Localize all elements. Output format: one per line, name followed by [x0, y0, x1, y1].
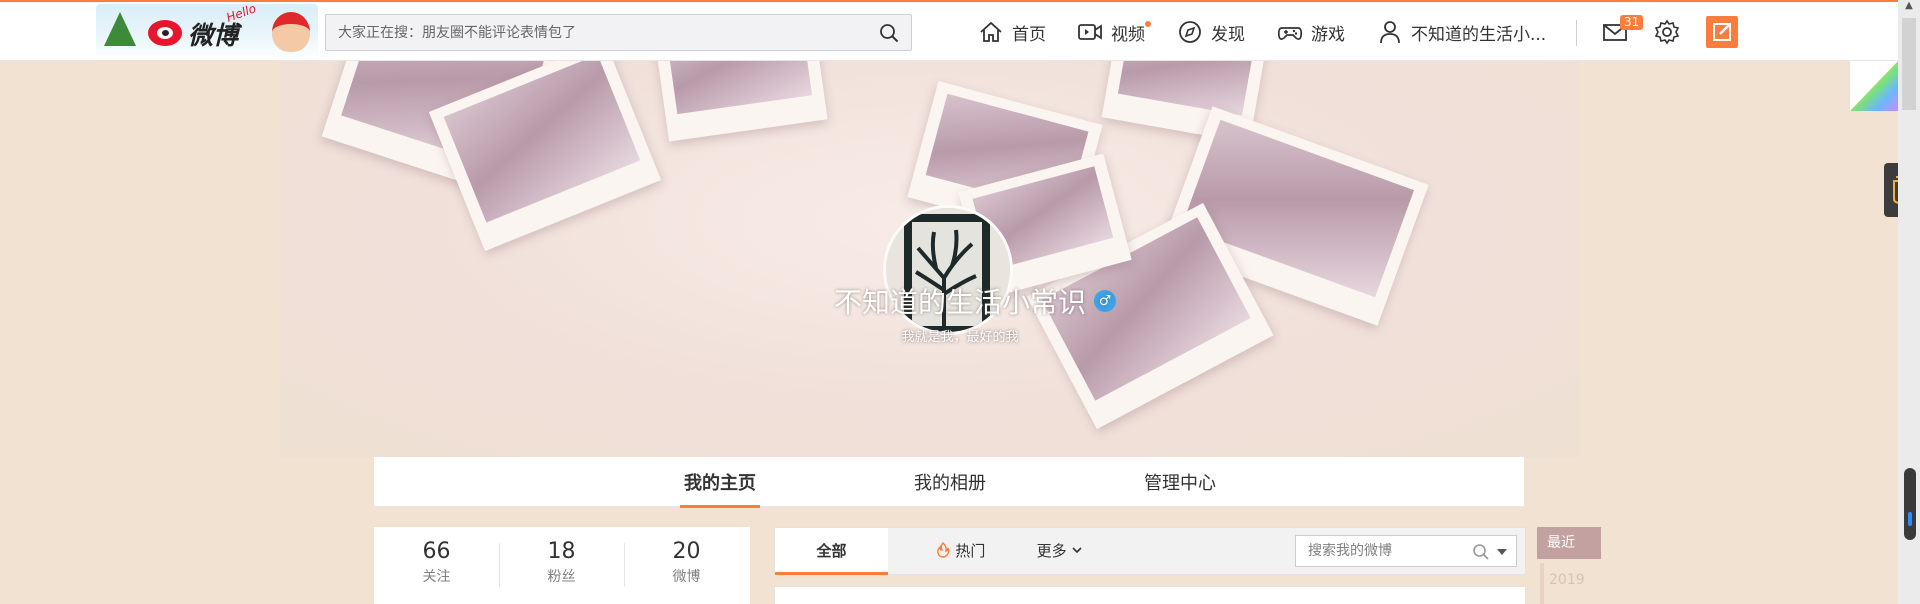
caret-down-icon[interactable]: [1496, 547, 1508, 557]
home-icon: [980, 21, 1002, 42]
tab-my-home[interactable]: 我的主页: [680, 469, 760, 508]
search-icon[interactable]: [1472, 543, 1490, 561]
user-icon: [1380, 21, 1400, 44]
profile-tabs: 我的主页 我的相册 管理中心: [374, 457, 1524, 508]
stat-following[interactable]: 66 关注: [374, 539, 499, 586]
christmas-tree-icon: [104, 12, 136, 46]
compose-button[interactable]: [1706, 16, 1738, 48]
global-search-input[interactable]: [326, 15, 846, 50]
video-new-dot: [1145, 21, 1151, 27]
global-search: [325, 14, 912, 51]
nav-home[interactable]: 首页: [978, 18, 1046, 46]
timeline-year[interactable]: 2019: [1549, 572, 1585, 588]
logo-tagline: Hello: [224, 4, 258, 25]
feed-filter-bar: 全部 热门 更多: [774, 527, 1526, 575]
feed-tab-all[interactable]: 全部: [775, 528, 888, 575]
feed-tab-more[interactable]: 更多: [1025, 528, 1095, 574]
compass-icon: [1179, 21, 1201, 43]
feed-search: [1295, 535, 1517, 567]
scroll-up-arrow-icon[interactable]: ▲: [1898, 0, 1920, 14]
feed-tab-hot[interactable]: 热门: [915, 528, 1005, 574]
stat-followers[interactable]: 18 粉丝: [499, 539, 624, 586]
tab-my-album[interactable]: 我的相册: [914, 469, 986, 495]
cover-photo-print: [652, 61, 828, 142]
nav-user-profile[interactable]: 不知道的生活小...: [1377, 18, 1546, 46]
nav-discover[interactable]: 发现: [1177, 18, 1245, 46]
timeline-recent[interactable]: 最近: [1537, 527, 1601, 559]
nav-settings[interactable]: [1654, 18, 1680, 46]
stat-followers-count: 18: [547, 539, 576, 564]
top-nav-bar: 微博 Hello 首页 视频 发现: [0, 0, 1920, 61]
gear-icon: [1654, 19, 1680, 45]
video-icon: [1078, 24, 1102, 40]
search-icon[interactable]: [879, 23, 899, 43]
profile-name-row: 不知道的生活小常识 ♂: [0, 281, 1920, 321]
nav-games[interactable]: 游戏: [1277, 18, 1345, 46]
stat-weibo-count: 20: [672, 539, 701, 564]
compose-icon: [1713, 23, 1731, 41]
stat-followers-label: 粉丝: [547, 569, 576, 585]
stat-following-count: 66: [422, 539, 451, 564]
weibo-eye-icon: [148, 20, 182, 46]
nav-home-label: 首页: [1012, 24, 1046, 45]
stat-weibo[interactable]: 20 微博: [624, 539, 749, 586]
feed-tab-more-label: 更多: [1036, 542, 1067, 560]
profile-stats-card: 66 关注 18 粉丝 20 微博: [374, 527, 750, 604]
stat-following-label: 关注: [422, 569, 451, 585]
male-gender-icon: ♂: [1094, 290, 1116, 312]
flame-icon: [936, 542, 950, 558]
profile-name: 不知道的生活小常识: [833, 286, 1086, 319]
timeline-line: [1540, 563, 1544, 604]
nav-video-label: 视频: [1111, 24, 1145, 45]
profile-bio: 我就是我，最好的我: [901, 330, 1019, 345]
stat-weibo-label: 微博: [672, 569, 701, 585]
nav-games-label: 游戏: [1311, 24, 1345, 45]
feed-tab-hot-label: 热门: [955, 542, 986, 560]
santa-icon: [272, 12, 310, 52]
nav-video[interactable]: 视频: [1077, 18, 1145, 46]
weibo-logo[interactable]: 微博 Hello: [96, 4, 318, 60]
gamepad-icon: [1277, 27, 1303, 40]
tab-manage-center[interactable]: 管理中心: [1144, 469, 1216, 495]
side-slider-handle[interactable]: [1904, 468, 1916, 540]
profile-cover: [0, 61, 1898, 457]
message-count-badge: 31: [1620, 15, 1644, 30]
nav-discover-label: 发现: [1211, 24, 1245, 45]
chevron-down-icon: [1072, 547, 1082, 554]
feed-list: [774, 586, 1526, 604]
nav-divider: [1576, 20, 1577, 46]
feed-search-input[interactable]: [1296, 536, 1456, 566]
nav-user-label: 不知道的生活小...: [1411, 24, 1547, 45]
scrollbar-thumb[interactable]: [1902, 18, 1916, 110]
